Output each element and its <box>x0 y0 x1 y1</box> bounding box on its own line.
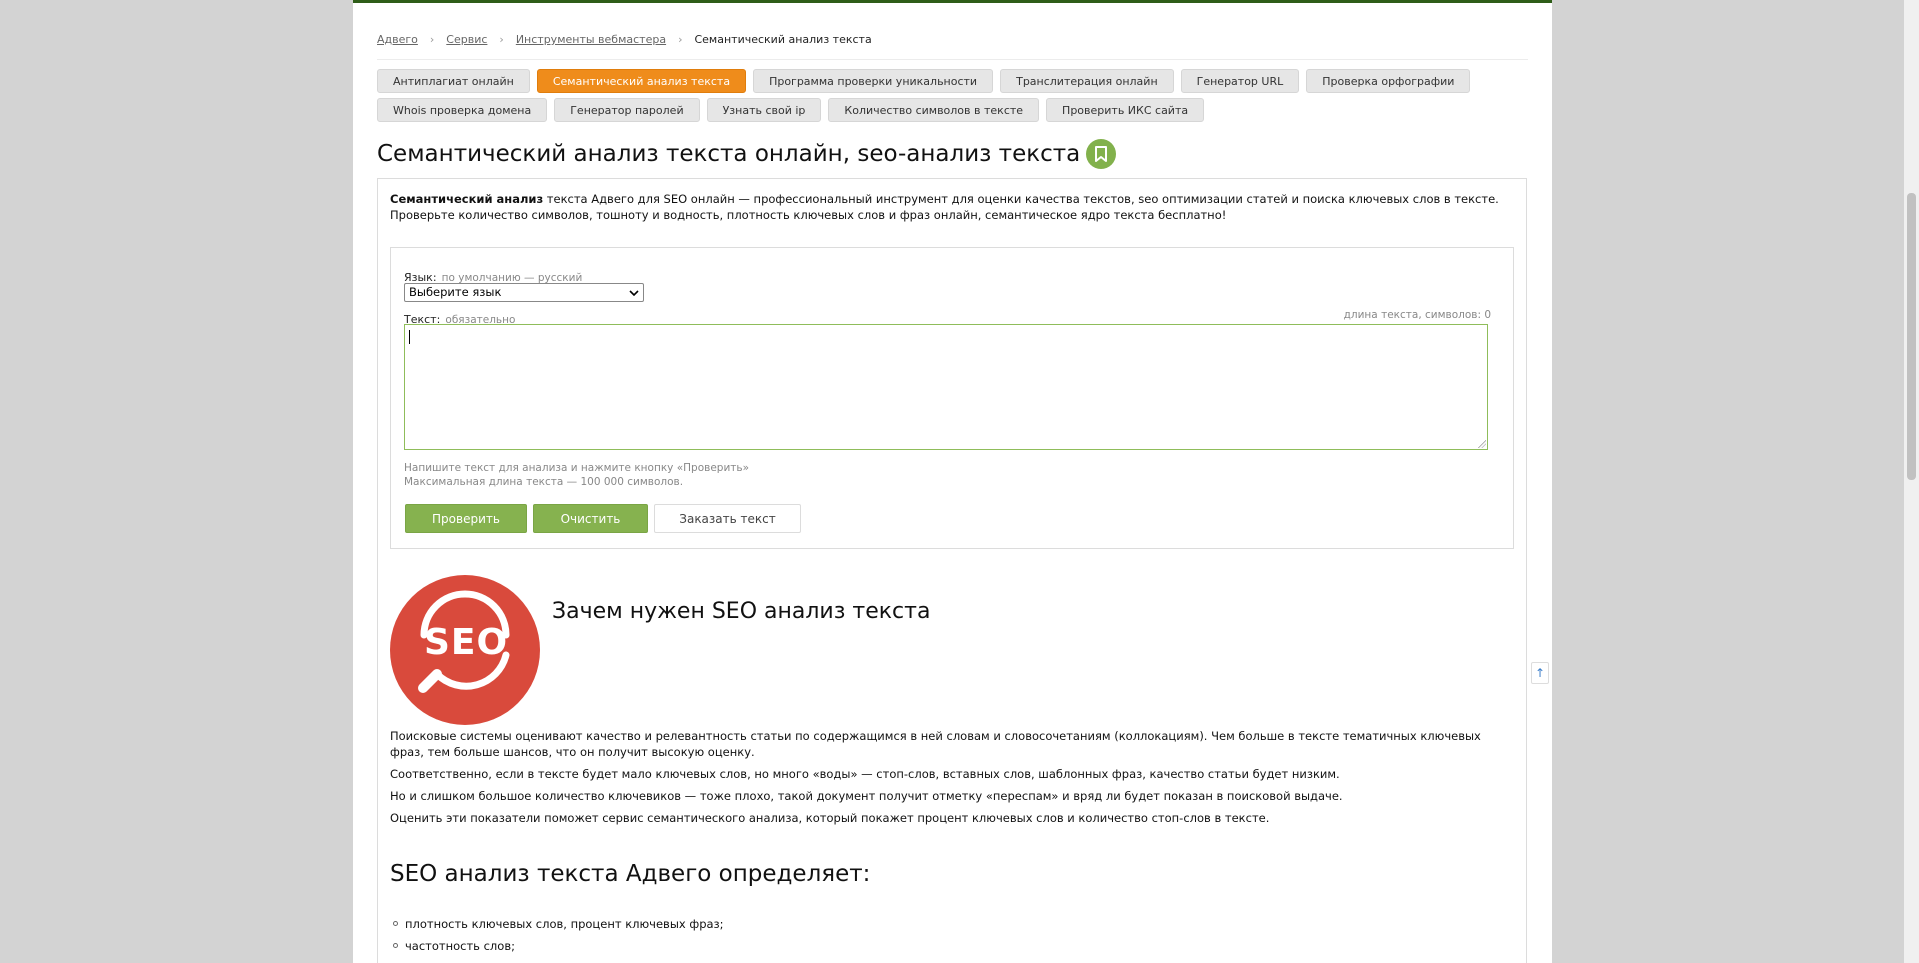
text-input[interactable] <box>404 324 1488 450</box>
breadcrumb-link-advego[interactable]: Адвего <box>377 33 418 46</box>
main-content-box: Семантический анализ текста Адвего для S… <box>377 178 1527 963</box>
list-item: плотность ключевых слов, процент ключевы… <box>390 916 724 938</box>
list-item-text: плотность ключевых слов, процент ключевы… <box>405 917 724 931</box>
chevron-down-icon <box>629 289 639 296</box>
language-select-value: Выберите язык <box>409 285 502 299</box>
intro-rest: текста Адвего для SEO онлайн — профессио… <box>390 192 1499 222</box>
tab-iks-check[interactable]: Проверить ИКС сайта <box>1046 98 1205 122</box>
form-hint-line1: Напишите текст для анализа и нажмите кно… <box>404 462 750 474</box>
analysis-form: Язык: по умолчанию — русский Выберите яз… <box>390 247 1514 549</box>
seo-paragraph: Оценить эти показатели поможет сервис се… <box>390 811 1270 825</box>
tab-uniqueness-program[interactable]: Программа проверки уникальности <box>753 69 994 93</box>
scroll-to-top-button[interactable]: ↑ <box>1531 662 1549 684</box>
order-text-button[interactable]: Заказать текст <box>654 504 801 533</box>
form-hints: Напишите текст для анализа и нажмите кно… <box>404 461 749 489</box>
list-item-text: частотность слов; <box>405 939 515 953</box>
tab-password-generator[interactable]: Генератор паролей <box>554 98 700 122</box>
form-hint-line2: Максимальная длина текста — 100 000 симв… <box>404 476 684 488</box>
tab-transliteration[interactable]: Транслитерация онлайн <box>1000 69 1174 93</box>
defines-heading: SEO анализ текста Адвего определяет: <box>390 861 871 887</box>
arrow-up-icon: ↑ <box>1534 666 1546 680</box>
breadcrumb-current: Семантический анализ текста <box>694 33 872 46</box>
intro-bold: Семантический анализ <box>390 192 544 206</box>
bookmark-icon <box>1095 146 1108 162</box>
scrollbar-thumb[interactable] <box>1907 193 1916 480</box>
seo-logo: SEO <box>390 575 540 725</box>
list-item: частотность слов; <box>390 938 724 960</box>
seo-logo-text: SEO <box>424 622 509 663</box>
seo-paragraph: Но и слишком большое количество ключевик… <box>390 789 1343 803</box>
language-select[interactable]: Выберите язык <box>404 283 644 302</box>
page-container: Адвего › Сервис › Инструменты вебмастера… <box>353 0 1552 963</box>
tab-url-generator[interactable]: Генератор URL <box>1180 69 1300 93</box>
chevron-right-icon: › <box>429 33 435 46</box>
clear-button[interactable]: Очистить <box>533 504 648 533</box>
browser-scrollbar[interactable] <box>1904 0 1919 963</box>
tools-tabs: Антиплагиат онлайн Семантический анализ … <box>377 69 1527 122</box>
check-button[interactable]: Проверить <box>405 504 527 533</box>
bullet-icon <box>393 921 398 926</box>
breadcrumb: Адвего › Сервис › Инструменты вебмастера… <box>377 33 872 46</box>
chevron-right-icon: › <box>499 33 504 46</box>
divider <box>377 59 1528 60</box>
tab-semantic-analysis[interactable]: Семантический анализ текста <box>536 69 747 93</box>
breadcrumb-link-webmaster-tools[interactable]: Инструменты вебмастера <box>516 33 666 46</box>
tab-whois[interactable]: Whois проверка домена <box>377 98 548 122</box>
resize-handle-icon[interactable] <box>1478 440 1486 448</box>
seo-section-text: Поисковые системы оценивают качество и р… <box>390 728 1515 832</box>
intro-text: Семантический анализ текста Адвего для S… <box>390 191 1510 223</box>
text-length-counter: длина текста, символов: 0 <box>1343 309 1491 321</box>
breadcrumb-link-service[interactable]: Сервис <box>446 33 487 46</box>
page-title-row: Семантический анализ текста онлайн, seo-… <box>377 139 1117 169</box>
chevron-right-icon: › <box>678 33 683 46</box>
bookmark-button[interactable] <box>1086 139 1117 169</box>
seo-paragraph: Соответственно, если в тексте будет мало… <box>390 767 1340 781</box>
bullet-icon <box>393 943 398 948</box>
tab-char-count[interactable]: Количество символов в тексте <box>828 98 1040 122</box>
tab-spellcheck[interactable]: Проверка орфографии <box>1306 69 1471 93</box>
seo-section-heading: Зачем нужен SEO анализ текста <box>552 599 931 624</box>
tab-my-ip[interactable]: Узнать свой ip <box>706 98 822 122</box>
defines-list: плотность ключевых слов, процент ключевы… <box>390 916 724 960</box>
seo-paragraph: Поисковые системы оценивают качество и р… <box>390 729 1481 759</box>
page-title: Семантический анализ текста онлайн, seo-… <box>377 141 1081 167</box>
text-caret <box>409 330 410 344</box>
tab-antiplagiat[interactable]: Антиплагиат онлайн <box>377 69 530 93</box>
